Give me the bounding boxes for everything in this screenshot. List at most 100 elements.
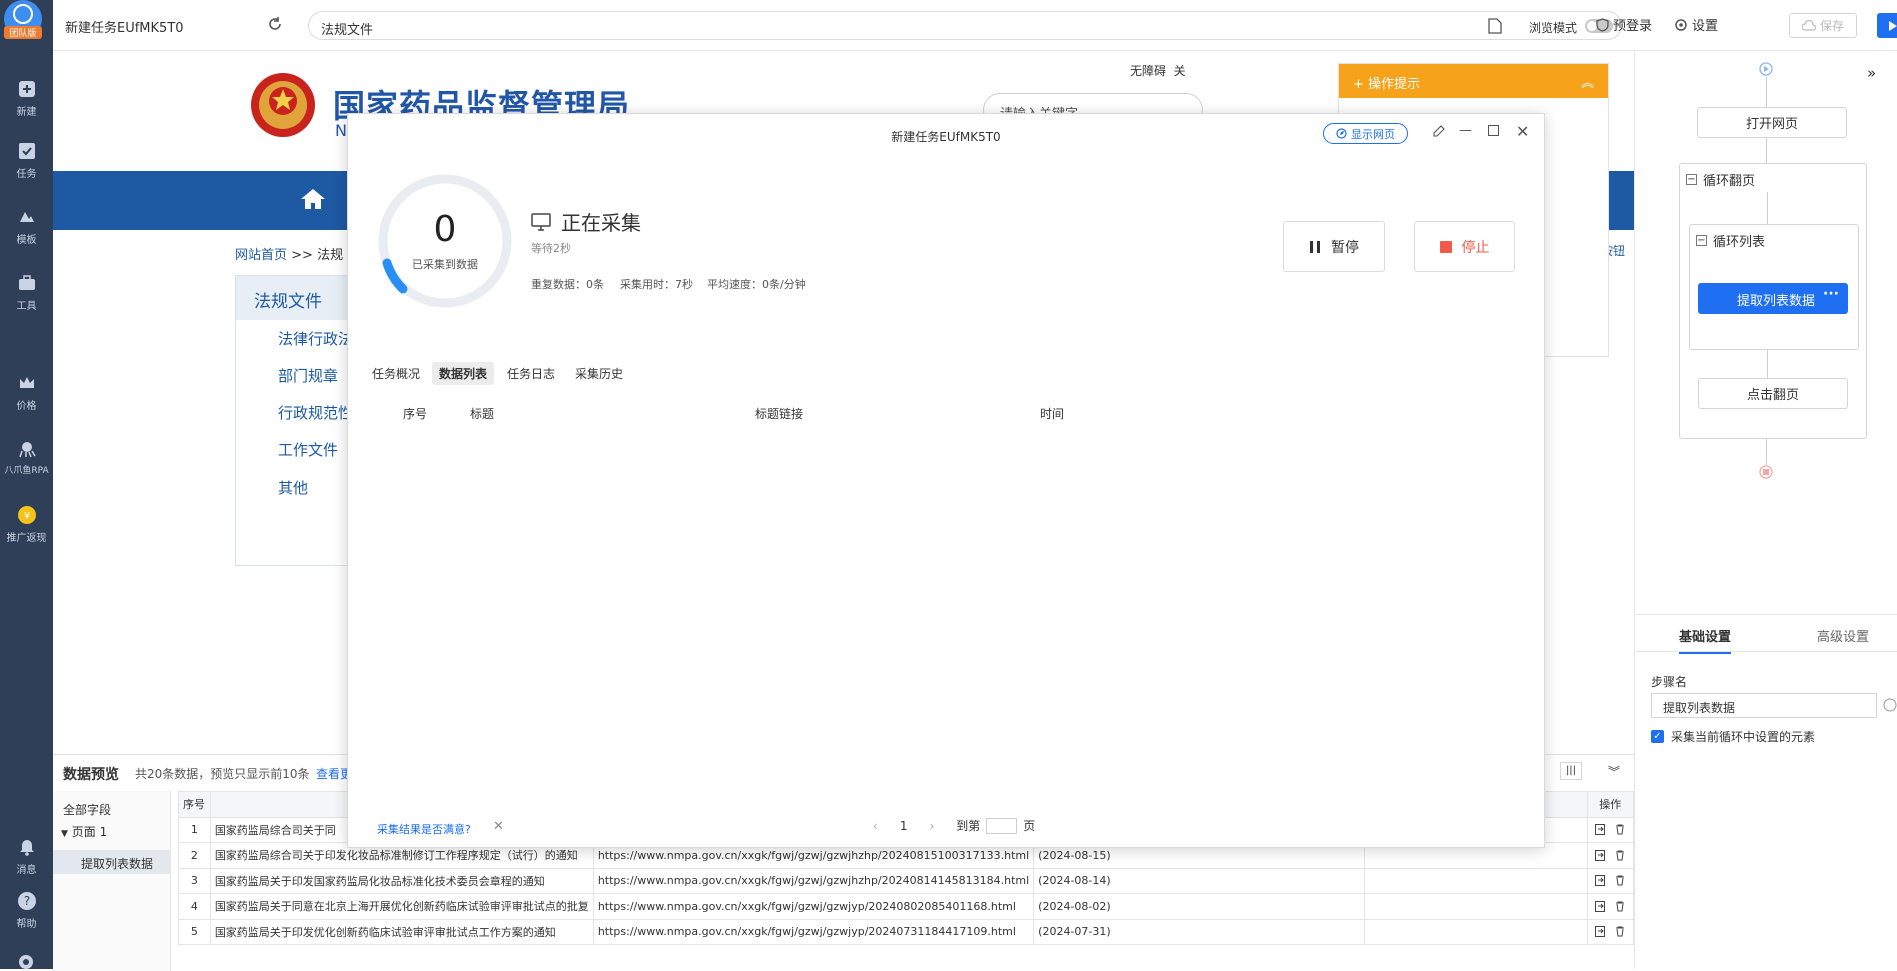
side-item-rules[interactable]: 部门规章 [278, 365, 338, 386]
side-item-normative[interactable]: 行政规范性 [278, 402, 353, 423]
delete-icon[interactable] [1615, 926, 1625, 937]
goto-label: 到第 [956, 819, 981, 833]
edit-icon[interactable] [1433, 125, 1445, 137]
loop-list-header: − 循环列表 [1696, 231, 1765, 250]
collected-count: 0 [433, 209, 457, 250]
columns-icon[interactable]: ||| [1560, 762, 1582, 780]
step-name-input[interactable]: 提取列表数据 [1651, 693, 1877, 718]
prev-page-icon[interactable]: ‹ [873, 819, 878, 833]
rail-rpa[interactable]: 八爪鱼RPA [0, 438, 53, 476]
rail-new[interactable]: 新建 [0, 78, 53, 118]
show-webpage-button[interactable]: 显示网页 [1323, 123, 1408, 144]
play-icon [1889, 20, 1897, 31]
home-icon[interactable] [300, 187, 326, 211]
link-icon[interactable] [1883, 698, 1897, 712]
rail-messages[interactable]: 消息 [0, 836, 53, 876]
side-item-work[interactable]: 工作文件 [278, 439, 338, 460]
collect-elements-option[interactable]: ✓ 采集当前循环中设置的元素 [1651, 728, 1815, 745]
tab-data-list[interactable]: 数据列表 [432, 362, 495, 385]
gear-icon[interactable] [16, 952, 36, 969]
address-bar[interactable]: 法规文件 浏览模式 [308, 11, 1622, 40]
compass-icon [1336, 128, 1347, 139]
row-title: 国家药监局关于印发国家药监局化妆品标准化技术委员会章程的通知 [209, 867, 594, 894]
rail-help[interactable]: ? 帮助 [0, 890, 53, 930]
row-index: 3 [178, 867, 211, 894]
side-item-law[interactable]: 法律行政法 [278, 328, 353, 349]
left-rail: 团队版 新建 任务 模板 工具 价格 八爪鱼RPA ¥ 推广返现 消息 ? 帮助 [0, 0, 53, 969]
prelogin-button[interactable]: 预登录 [1596, 15, 1652, 34]
row-index: 2 [178, 842, 211, 869]
tips-title: 操作提示 [1368, 77, 1421, 92]
rail-task[interactable]: 任务 [0, 140, 53, 180]
tab-task-log[interactable]: 任务日志 [500, 362, 562, 385]
satisfaction-link[interactable]: 采集结果是否满意? [377, 821, 471, 837]
tab-advanced-settings[interactable]: 高级设置 [1817, 626, 1869, 645]
rail-new-label: 新建 [16, 107, 37, 118]
export-icon[interactable] [1595, 926, 1606, 938]
tab-basic-settings[interactable]: 基础设置 [1679, 626, 1732, 654]
export-icon[interactable] [1595, 849, 1606, 861]
rail-promo[interactable]: ¥ 推广返现 [0, 504, 53, 544]
page-number[interactable]: 1 [900, 819, 908, 833]
workflow-panel: » 打开网页 − 循环翻页 − 循环列表 点击翻页 提取列表数据 ··· 基础设置 … [1634, 51, 1897, 969]
rail-tools[interactable]: 工具 [0, 272, 53, 312]
row-title: 国家药监局关于印发优化创新药临床试验审评审批试点工作方案的通知 [209, 918, 594, 945]
collapse-icon[interactable]: − [1696, 235, 1707, 246]
maximize-icon[interactable] [1488, 125, 1499, 136]
tree-all-fields[interactable]: 全部字段 [63, 801, 111, 818]
flow-node-click-page[interactable]: 点击翻页 [1698, 378, 1848, 409]
shield-icon [1596, 17, 1609, 32]
col-ops-header: 操作 [1586, 791, 1635, 818]
tab-history[interactable]: 采集历史 [568, 362, 630, 385]
export-icon[interactable] [1595, 900, 1606, 912]
tree-page[interactable]: ▼ 页面 1 [61, 823, 107, 840]
delete-icon[interactable] [1615, 875, 1625, 886]
page-unit-label: 页 [1023, 819, 1036, 833]
collapse-up-icon[interactable]: ︽ [1581, 72, 1594, 91]
minimize-icon[interactable]: — [1459, 123, 1472, 138]
step-name-value: 提取列表数据 [1663, 701, 1736, 715]
tree-extract-item[interactable]: 提取列表数据 [81, 855, 153, 872]
rail-price[interactable]: 价格 [0, 372, 53, 412]
flow-node-extract-list[interactable]: 提取列表数据 ··· [1698, 283, 1848, 314]
settings-button[interactable]: 设置 [1674, 15, 1718, 34]
refresh-icon[interactable] [267, 16, 283, 32]
stop-button[interactable]: 停止 [1414, 221, 1515, 272]
goto-page-input[interactable] [986, 817, 1018, 834]
export-icon[interactable] [1595, 824, 1606, 836]
close-icon[interactable]: ✕ [493, 819, 504, 834]
delete-icon[interactable] [1615, 850, 1625, 861]
rpa-icon [16, 438, 38, 460]
expand-panel-icon[interactable]: » [1867, 64, 1876, 82]
collect-elements-checkbox[interactable]: ✓ [1651, 730, 1664, 743]
crown-icon [16, 372, 38, 394]
team-avatar[interactable]: 团队版 [4, 0, 42, 39]
save-button[interactable]: 保存 [1789, 13, 1857, 38]
pause-button[interactable]: 暂停 [1283, 221, 1385, 272]
collapse-icon[interactable]: − [1686, 174, 1697, 185]
rail-template[interactable]: 模板 [0, 206, 53, 246]
task-icon [16, 140, 38, 162]
side-item-other[interactable]: 其他 [278, 477, 308, 498]
export-icon[interactable] [1595, 875, 1606, 887]
collapse-down-icon[interactable]: ︾ [1608, 763, 1620, 780]
close-icon[interactable]: ✕ [1516, 122, 1529, 141]
coin-icon: ¥ [16, 504, 38, 526]
flow-node-open-page[interactable]: 打开网页 [1697, 107, 1847, 138]
accessibility-link[interactable]: 无障碍 关 [1130, 62, 1186, 79]
tab-overview[interactable]: 任务概况 [365, 362, 427, 385]
delete-icon[interactable] [1615, 901, 1625, 912]
document-icon[interactable] [1488, 18, 1502, 34]
tips-header[interactable]: + 操作提示 ︽ [1339, 64, 1608, 98]
next-page-icon[interactable]: › [929, 819, 934, 833]
stop-label: 停止 [1461, 239, 1490, 256]
more-icon[interactable]: ··· [1823, 286, 1839, 302]
task-tab-title[interactable]: 新建任务EUfMK5T0 [65, 17, 184, 36]
flow-connector [1767, 192, 1768, 224]
row-actions [1586, 918, 1635, 945]
breadcrumb-home[interactable]: 网站首页 [235, 248, 287, 263]
collect-button[interactable]: 采集 [1877, 13, 1897, 38]
delete-icon[interactable] [1615, 824, 1625, 835]
table-row: 3 国家药监局关于印发国家药监局化妆品标准化技术委员会章程的通知 https://w… [178, 867, 1635, 894]
top-bar: 新建任务EUfMK5T0 法规文件 浏览模式 预登录 设置 保存 采集 [53, 0, 1897, 51]
